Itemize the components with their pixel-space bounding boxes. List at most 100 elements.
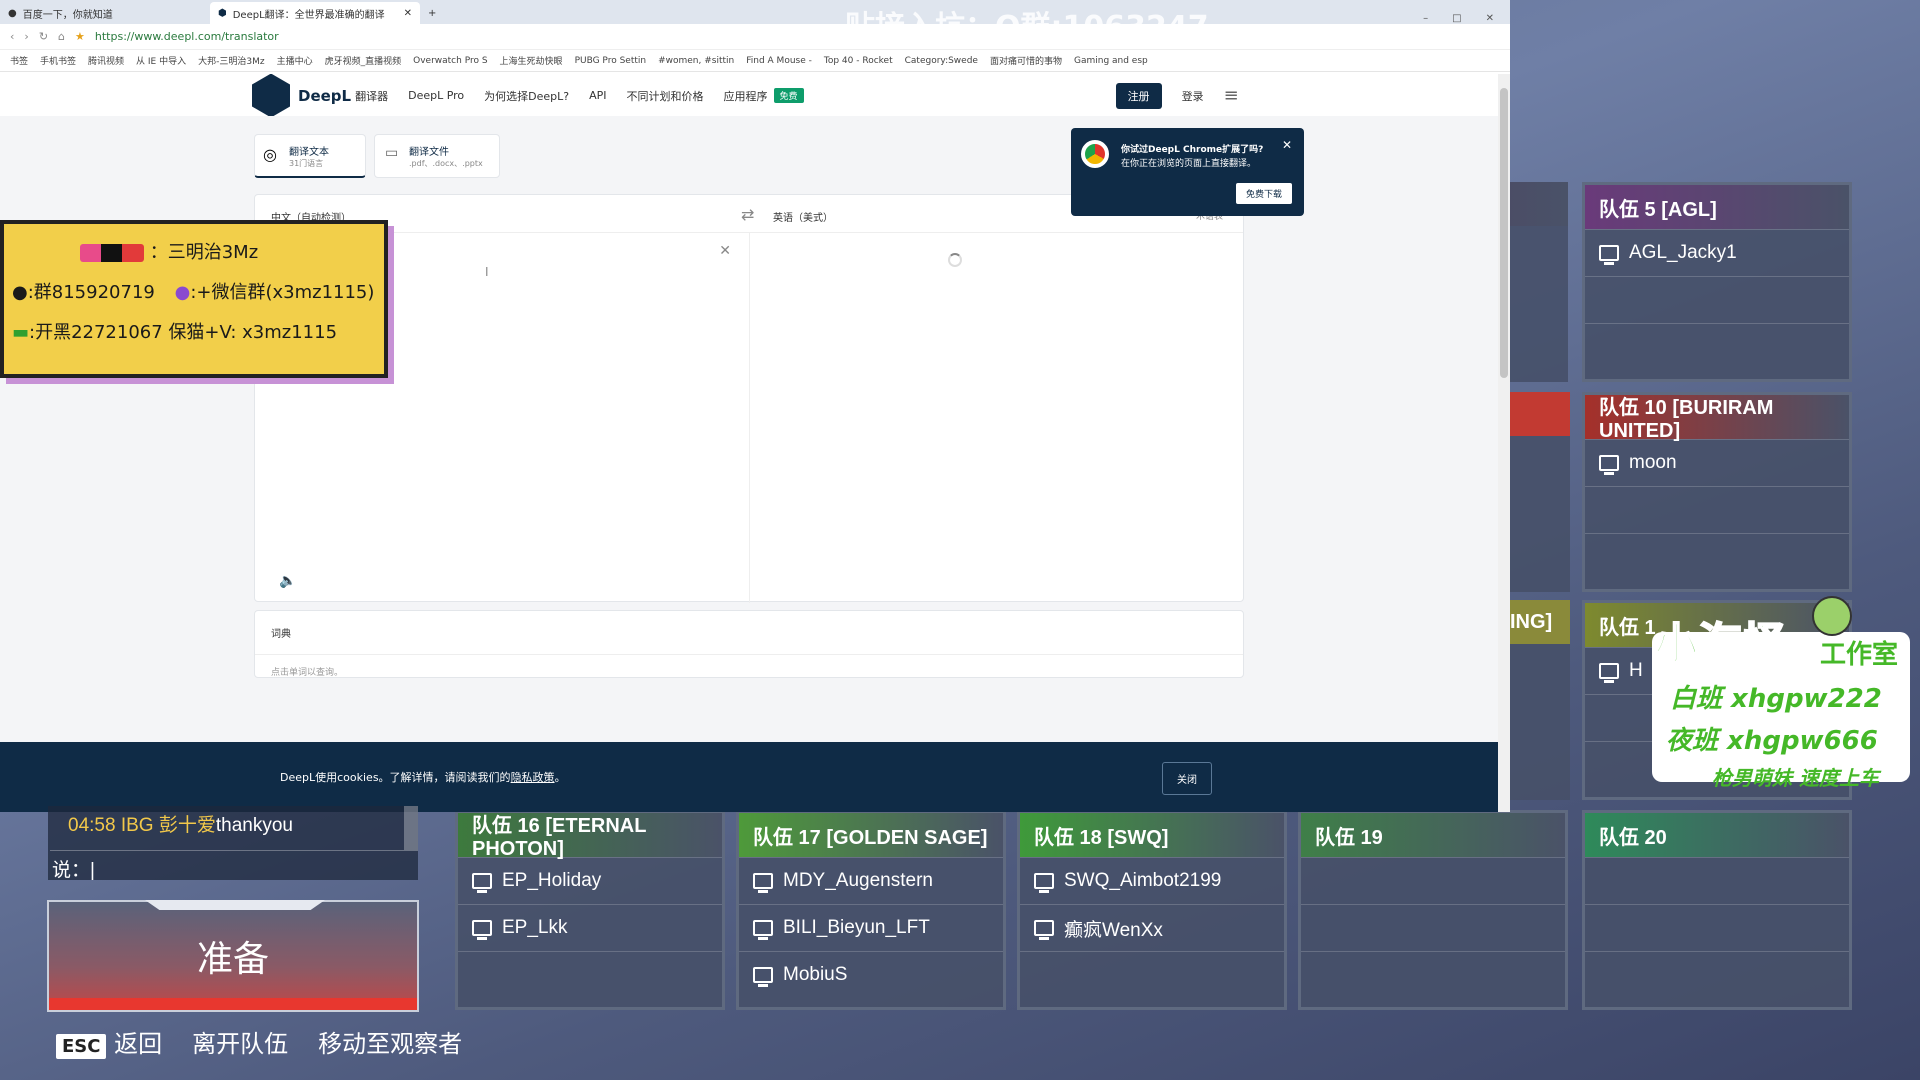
extension-notice: 你试过DeepL Chrome扩展了吗? 在你正在浏览的页面上直接翻译。 ✕ 免… bbox=[1071, 128, 1304, 216]
bookmark-item[interactable]: 上海生死劫快眼 bbox=[500, 54, 563, 67]
bookmark-item[interactable]: 大邦-三明治3Mz bbox=[198, 54, 264, 67]
bookmark-item[interactable]: PUBG Pro Settin bbox=[575, 56, 647, 66]
studio-title2: 工作室 bbox=[1820, 640, 1899, 670]
bookmark-item[interactable]: Find A Mouse - bbox=[746, 56, 812, 66]
nav-apps[interactable]: 应用程序 bbox=[724, 88, 768, 104]
move-to-spectator-button[interactable]: 移动至观察者 bbox=[318, 1024, 462, 1059]
promo-line3: ▬:开黑22721067 保猫+V: x3mz1115 bbox=[12, 318, 337, 344]
close-window-icon[interactable]: ✕ bbox=[1486, 13, 1494, 24]
scrollbar-thumb[interactable] bbox=[1500, 88, 1508, 378]
bookmark-item[interactable]: 面对痛可惜的事物 bbox=[990, 54, 1062, 67]
back-icon[interactable]: ‹ bbox=[10, 30, 14, 43]
back-control[interactable]: ESC 返回 bbox=[56, 1024, 162, 1059]
tab-bar: ● 百度一下，你就知道 ⬢ DeepL翻译：全世界最准确的翻译 ✕ + – □ ✕ bbox=[0, 0, 1510, 24]
chat-message: 04:58 IBG 彭十爱thankyou bbox=[68, 810, 293, 837]
text-cursor-icon: I bbox=[485, 265, 489, 279]
login-link[interactable]: 登录 bbox=[1182, 88, 1204, 104]
new-tab-button[interactable]: + bbox=[420, 2, 450, 24]
team-card: 队伍 18 [SWQ] SWQ_Aimbot2199 癫疯WenXx bbox=[1017, 810, 1287, 1010]
team-card: 队伍 16 [ETERNAL PHOTON] EP_Holiday EP_Lkk bbox=[455, 810, 725, 1010]
bookmark-item[interactable]: Category:Swede bbox=[905, 56, 978, 66]
pc-icon bbox=[1599, 245, 1619, 265]
brand[interactable]: DeepL bbox=[298, 87, 351, 105]
cookie-text: DeepL使用cookies。了解详情，请阅读我们的 bbox=[280, 771, 511, 784]
tab-baidu[interactable]: ● 百度一下，你就知道 bbox=[0, 2, 210, 24]
player-row: moon bbox=[1585, 439, 1849, 486]
scrollbar[interactable] bbox=[1498, 74, 1510, 812]
chrome-icon bbox=[1081, 140, 1109, 168]
chat-input[interactable]: 说：| bbox=[50, 850, 418, 881]
home-icon[interactable]: ⌂ bbox=[58, 30, 65, 43]
team-name: 队伍 17 [GOLDEN SAGE] bbox=[739, 813, 1003, 857]
player-name: moon bbox=[1629, 452, 1677, 473]
privacy-link[interactable]: 隐私政策 bbox=[511, 769, 555, 785]
star-icon[interactable]: ★ bbox=[75, 30, 85, 43]
tab-translate-text[interactable]: ◎ 翻译文本 31门语言 bbox=[254, 134, 366, 178]
bookmark-item[interactable]: 虎牙视频_直播视频 bbox=[325, 54, 402, 67]
swap-icon[interactable]: ⇄ bbox=[741, 205, 754, 224]
studio-title: 小海怪 bbox=[1653, 618, 1787, 671]
player-name: BILI_Bieyun_LFT bbox=[783, 917, 930, 938]
clear-icon[interactable]: ✕ bbox=[719, 243, 731, 259]
studio-night: 夜班 xhgpw666 bbox=[1666, 726, 1878, 756]
signup-button[interactable]: 注册 bbox=[1115, 82, 1162, 109]
bookmark-item[interactable]: Top 40 - Rocket bbox=[824, 56, 893, 66]
back-label: 返回 bbox=[114, 1030, 163, 1058]
bookmark-item[interactable]: 从 IE 中导入 bbox=[136, 54, 186, 67]
team-card bbox=[1510, 392, 1570, 592]
team-name: 队伍 18 [SWQ] bbox=[1020, 813, 1284, 857]
target-lang-select[interactable]: 英语（美式） bbox=[773, 209, 833, 224]
nav-pro[interactable]: DeepL Pro bbox=[408, 89, 464, 102]
nav-pricing[interactable]: 不同计划和价格 bbox=[627, 88, 704, 104]
speaker-icon[interactable]: 🔈 bbox=[279, 573, 296, 589]
team-name bbox=[1510, 392, 1570, 436]
team-name: 队伍 5 [AGL] bbox=[1585, 185, 1849, 229]
mascot-icon bbox=[1812, 596, 1852, 636]
tab-title: DeepL翻译：全世界最准确的翻译 bbox=[232, 9, 385, 21]
tab-translate-file[interactable]: ▭ 翻译文件 .pdf、.docx、.pptx bbox=[374, 134, 500, 178]
tab-title: 百度一下，你就知道 bbox=[22, 9, 113, 21]
promo-kaihei: :开黑22721067 保猫+V: x3mz1115 bbox=[29, 322, 338, 343]
player-name: MobiuS bbox=[783, 964, 848, 985]
team-card: 队伍 19 bbox=[1298, 810, 1568, 1010]
nav-why[interactable]: 为何选择DeepL? bbox=[484, 88, 569, 104]
player-name: H bbox=[1629, 660, 1643, 681]
cookie-banner: DeepL使用cookies。了解详情，请阅读我们的 隐私政策 。 关闭 bbox=[0, 742, 1498, 812]
leave-team-button[interactable]: 离开队伍 bbox=[192, 1024, 288, 1059]
promo-name: ：三明治3Mz bbox=[149, 242, 259, 263]
team-card: 队伍 20 bbox=[1582, 810, 1852, 1010]
dictionary-title: 词典 bbox=[255, 611, 1243, 655]
bookmark-item[interactable]: Gaming and esp bbox=[1074, 56, 1148, 66]
player-row: BILI_Bieyun_LFT bbox=[739, 904, 1003, 951]
chat-scrollbar[interactable] bbox=[404, 806, 418, 850]
bookmark-item[interactable]: 书签 bbox=[10, 54, 28, 67]
notice-close-icon[interactable]: ✕ bbox=[1282, 138, 1292, 152]
player-name: EP_Holiday bbox=[502, 870, 602, 891]
tab-title: 翻译文件 bbox=[409, 147, 449, 158]
deepl-logo[interactable] bbox=[252, 73, 290, 118]
bookmark-item[interactable]: 手机书签 bbox=[40, 54, 76, 67]
player-row bbox=[1585, 951, 1849, 998]
cookie-close-button[interactable]: 关闭 bbox=[1162, 762, 1212, 795]
forward-icon[interactable]: › bbox=[24, 30, 28, 43]
bookmark-item[interactable]: 腾讯视频 bbox=[88, 54, 124, 67]
chat-user: 彭十爱 bbox=[158, 815, 216, 836]
translator-dropdown[interactable]: 翻译器 bbox=[355, 88, 388, 104]
maximize-icon[interactable]: □ bbox=[1452, 13, 1461, 24]
close-tab-icon[interactable]: ✕ bbox=[404, 8, 412, 19]
tab-deepl[interactable]: ⬢ DeepL翻译：全世界最准确的翻译 ✕ bbox=[210, 2, 420, 24]
pc-icon bbox=[472, 873, 492, 893]
minimize-icon[interactable]: – bbox=[1423, 13, 1428, 24]
free-download-button[interactable]: 免费下载 bbox=[1235, 183, 1292, 204]
bookmark-item[interactable]: Overwatch Pro S bbox=[413, 56, 487, 66]
menu-icon[interactable]: ≡ bbox=[1224, 85, 1239, 106]
nav-api[interactable]: API bbox=[589, 89, 606, 102]
bookmark-item[interactable]: #women, #sittin bbox=[658, 56, 734, 66]
player-row bbox=[1585, 323, 1849, 370]
ready-button[interactable]: 准备 bbox=[47, 900, 419, 1012]
bookmark-item[interactable]: 主播中心 bbox=[277, 54, 313, 67]
reload-icon[interactable]: ↻ bbox=[39, 30, 48, 43]
url-field[interactable]: https://www.deepl.com/translator bbox=[95, 30, 279, 43]
player-row: 癫疯WenXx bbox=[1020, 904, 1284, 951]
promo-line1: ：三明治3Mz bbox=[80, 238, 258, 264]
